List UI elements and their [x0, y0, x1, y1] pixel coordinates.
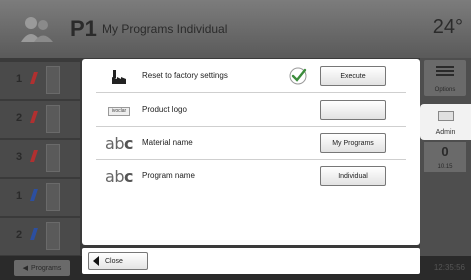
program-row[interactable]: 3 [0, 140, 80, 177]
setting-label: Product logo [142, 105, 187, 114]
row-color-mark [30, 189, 38, 201]
product-logo-button[interactable] [320, 100, 386, 120]
row-number: 3 [16, 151, 23, 163]
divider [96, 126, 406, 127]
divider [96, 92, 406, 93]
setting-row-program-name: abc Program name Individual [82, 165, 420, 189]
factory-icon [102, 68, 136, 86]
row-color-mark [30, 111, 38, 123]
row-color-mark [30, 228, 38, 240]
top-bar: P1 My Programs Individual 24° [0, 0, 471, 58]
divider [96, 159, 406, 160]
screen: P1 My Programs Individual 24° 1 2 3 1 2 [0, 0, 471, 280]
logo-icon: ivoclar [102, 102, 136, 120]
admin-icon [438, 111, 454, 121]
close-label: Close [105, 257, 123, 265]
program-title: My Programs Individual [102, 22, 228, 36]
options-label: Options [434, 87, 456, 93]
program-row[interactable]: 2 [0, 101, 80, 138]
tab-admin[interactable]: Admin [420, 104, 471, 140]
setting-row-reset: Reset to factory settings Execute [82, 65, 420, 89]
counter-display: 0 10.15 [424, 142, 466, 172]
setting-label: Material name [142, 138, 193, 147]
back-arrow-icon [93, 256, 99, 266]
temperature-readout: 24° [432, 16, 463, 38]
setting-label: Reset to factory settings [142, 71, 228, 80]
row-number: 2 [16, 229, 23, 241]
admin-label: Admin [435, 129, 456, 136]
row-number: 1 [16, 73, 23, 85]
row-cell [46, 144, 60, 172]
menu-icon [436, 66, 454, 76]
setting-row-product-logo: ivoclar Product logo [82, 99, 420, 123]
program-row[interactable]: 2 [0, 218, 80, 255]
setting-label: Program name [142, 171, 195, 180]
close-button[interactable]: Close [88, 252, 148, 270]
user-icon [21, 17, 53, 42]
programs-button[interactable]: ◀ Programs [14, 260, 70, 276]
row-number: 1 [16, 190, 23, 202]
back-arrow-icon: ◀ [22, 265, 29, 272]
row-number: 2 [16, 112, 23, 124]
program-rows: 1 2 3 1 2 [0, 62, 80, 257]
abc-icon: abc [105, 167, 133, 186]
admin-settings-dialog: Reset to factory settings Execute ivocla… [82, 59, 420, 245]
abc-icon: abc [105, 134, 133, 153]
setting-row-material-name: abc Material name My Programs [82, 132, 420, 156]
row-cell [46, 66, 60, 94]
checkmark-icon [289, 67, 307, 85]
material-name-button[interactable]: My Programs [320, 133, 386, 153]
dialog-footer: Close [82, 248, 420, 274]
counter-sub: 10.15 [437, 164, 453, 170]
options-button[interactable]: Options [424, 60, 466, 96]
program-row[interactable]: 1 [0, 179, 80, 216]
row-cell [46, 183, 60, 211]
program-id: P1 [70, 16, 97, 41]
execute-button[interactable]: Execute [320, 66, 386, 86]
counter-value: 0 [441, 144, 449, 159]
program-name-button[interactable]: Individual [320, 166, 386, 186]
program-row[interactable]: 1 [0, 62, 80, 99]
row-cell [46, 222, 60, 250]
clock: 12:35:56 [433, 263, 465, 272]
row-cell [46, 105, 60, 133]
programs-label: Programs [31, 264, 62, 272]
row-color-mark [30, 72, 38, 84]
row-color-mark [30, 150, 38, 162]
